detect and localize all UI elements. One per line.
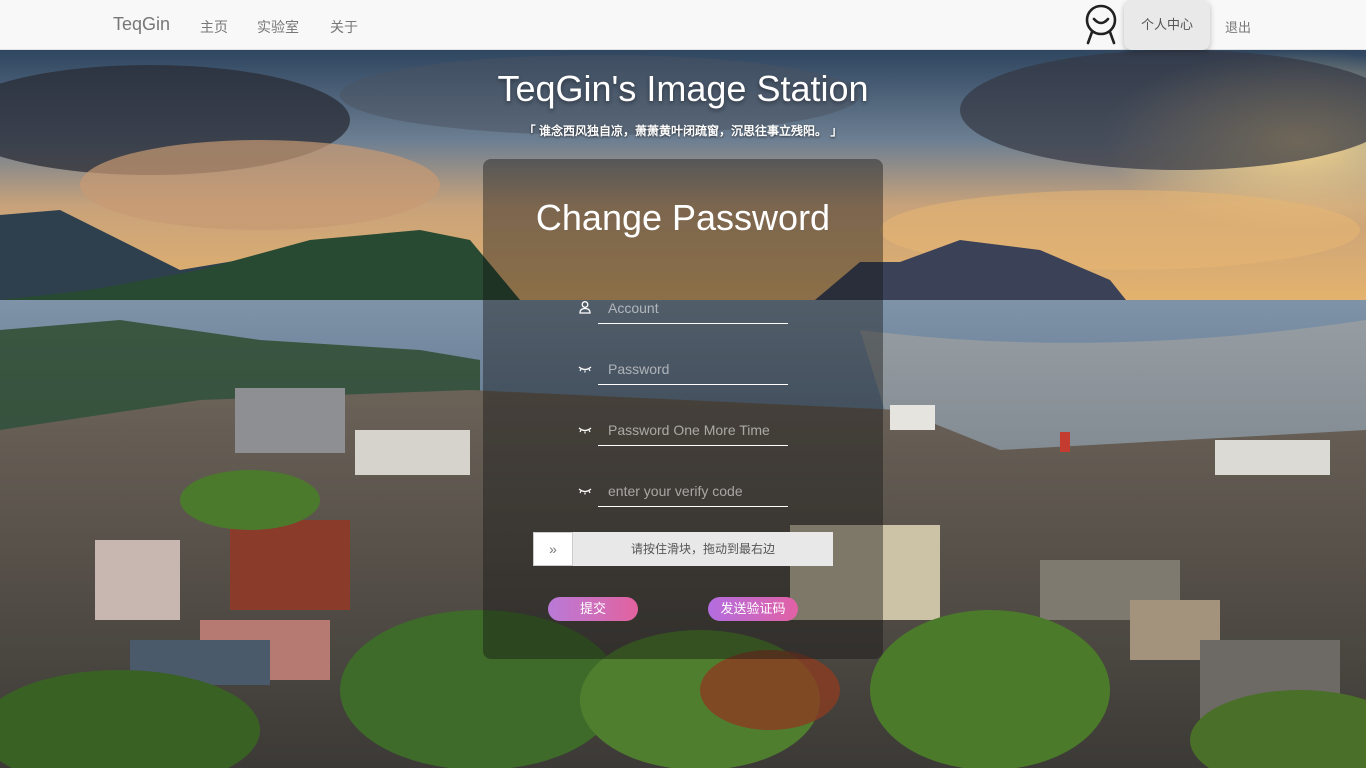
password-input[interactable] (598, 353, 788, 385)
user-icon (578, 300, 592, 314)
brand-link[interactable]: TeqGin (113, 14, 170, 35)
nav-link-home[interactable]: 主页 (200, 17, 228, 37)
site-title: TeqGin's Image Station (497, 68, 869, 109)
panel-title: Change Password (535, 197, 831, 238)
change-password-panel: Change Password Account enter your verif… (483, 159, 883, 659)
password-again-input[interactable] (598, 414, 788, 446)
smiley-avatar-icon[interactable] (1083, 3, 1119, 45)
account-input[interactable] (598, 292, 788, 324)
site-quote: 「 谁念西风独自凉，萧萧黄叶闭疏窗，沉思往事立残阳。 」 (523, 124, 843, 138)
slide-captcha: » 请按住滑块，拖动到最右边 (533, 532, 833, 566)
verify-code-input[interactable] (598, 475, 788, 507)
password-again-field (578, 414, 788, 448)
account-field (578, 292, 788, 326)
user-center-button[interactable]: 个人中心 (1124, 0, 1210, 50)
send-code-button[interactable]: 发送验证码 (708, 597, 798, 621)
slider-hint: 请按住滑块，拖动到最右边 (630, 542, 775, 556)
slider-handle[interactable]: » (533, 532, 573, 566)
top-navbar: TeqGin 主页 实验室 关于 个人中心 退出 (0, 0, 1366, 50)
eye-icon (578, 483, 592, 497)
logout-link[interactable]: 退出 (1225, 17, 1251, 36)
nav-link-lab[interactable]: 实验室 (257, 17, 299, 37)
submit-button[interactable]: 提交 (548, 597, 638, 621)
password-field (578, 353, 788, 387)
eye-icon (578, 422, 592, 436)
eye-icon (578, 361, 592, 375)
verify-code-field (578, 475, 788, 509)
nav-link-about[interactable]: 关于 (330, 17, 358, 37)
